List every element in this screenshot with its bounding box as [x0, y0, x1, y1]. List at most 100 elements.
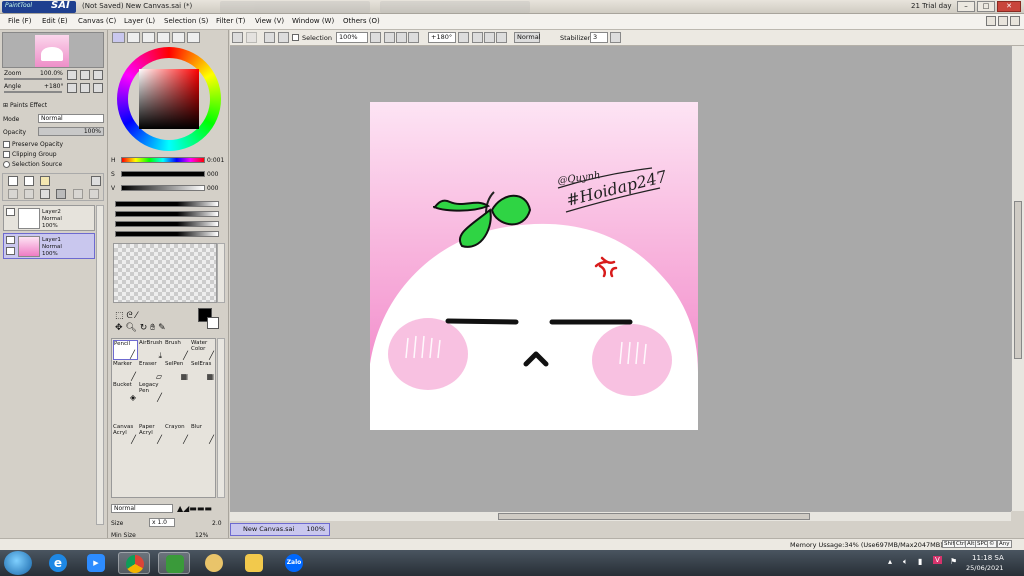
pen-lock-icon[interactable] — [6, 247, 15, 255]
rotate-reset-icon[interactable] — [496, 32, 507, 43]
new-layer-icon[interactable] — [8, 176, 18, 186]
taskbar-chrome[interactable] — [118, 552, 150, 574]
color-wheel-tab-icon[interactable] — [112, 32, 125, 43]
zoom-reset-icon[interactable] — [408, 32, 419, 43]
navigator-preview[interactable] — [2, 32, 104, 68]
maximize-button[interactable]: □ — [977, 1, 995, 12]
swatches-tab-icon[interactable] — [157, 32, 170, 43]
selection-source-radio[interactable] — [3, 161, 10, 168]
secondary-color-swatch[interactable] — [207, 317, 219, 329]
taskbar-internet-explorer[interactable]: e — [42, 552, 74, 574]
mdi-restore-button[interactable] — [998, 16, 1008, 26]
mixer-slider-4[interactable] — [115, 231, 219, 237]
tool-seleras[interactable]: SelEras ▦ — [191, 361, 216, 381]
new-folder-icon[interactable] — [40, 176, 50, 186]
copy-layer-icon[interactable] — [73, 189, 83, 199]
scratchpad-tab-icon[interactable] — [187, 32, 200, 43]
rotate-icon[interactable]: ↻ — [140, 323, 148, 333]
tray-expand-icon[interactable]: ▴ — [888, 557, 892, 566]
close-button[interactable]: ✕ — [997, 1, 1021, 12]
zoom-field[interactable]: 100% — [336, 32, 368, 43]
tool-selpen[interactable]: SelPen ▦ — [165, 361, 190, 381]
stabilizer-dropdown-icon[interactable] — [610, 32, 621, 43]
volume-icon[interactable]: 🔈︎ — [903, 557, 908, 567]
taskbar-painttool-sai[interactable] — [158, 552, 190, 574]
zoom-in-button[interactable] — [80, 70, 90, 80]
magic-wand-icon[interactable]: ⁄ — [136, 311, 138, 321]
menu-selection[interactable]: Selection (S) — [164, 17, 208, 25]
merge-down-icon[interactable] — [24, 189, 34, 199]
horizontal-scroll-thumb[interactable] — [498, 513, 810, 520]
menu-others[interactable]: Others (O) — [343, 17, 380, 25]
clock-date[interactable]: 25/06/2021 — [966, 564, 1003, 572]
menu-canvas[interactable]: Canvas (C) — [78, 17, 116, 25]
zoom-dropdown-icon[interactable] — [370, 32, 381, 43]
blend-mode-select[interactable]: Normal — [111, 504, 173, 513]
app-tray-icon[interactable]: V — [933, 556, 942, 564]
mixer-slider-1[interactable] — [115, 201, 219, 207]
palette-scrollbar[interactable] — [217, 243, 225, 303]
saturation-slider[interactable] — [121, 171, 205, 177]
tool-bucket[interactable]: Bucket ◈ — [113, 382, 138, 402]
hsv-slider-tab-icon[interactable] — [142, 32, 155, 43]
hand-icon[interactable]: ✋︎ — [150, 323, 155, 333]
mixer-slider-3[interactable] — [115, 221, 219, 227]
tool-pencil[interactable]: Pencil ╱ — [113, 340, 138, 360]
selection-checkbox[interactable] — [292, 34, 299, 41]
tool-canvas-acryl[interactable]: Canvas Acryl ╱ — [113, 424, 138, 444]
eyedropper-icon[interactable]: ✎ — [158, 323, 166, 333]
tool-watercolor[interactable]: Water Color ╱ — [191, 340, 216, 360]
tool-blur[interactable]: Blur ╱ — [191, 424, 216, 444]
move-icon[interactable]: ✥ — [115, 323, 123, 333]
angle-field[interactable]: +180° — [428, 32, 456, 43]
value-slider[interactable] — [121, 185, 205, 191]
angle-slider[interactable] — [4, 91, 62, 93]
taskbar-zalo[interactable]: Zalo — [278, 552, 310, 574]
tool-eraser[interactable]: Eraser ▱ — [139, 361, 164, 381]
paints-effect-header[interactable]: ⊞ Paints Effect — [3, 102, 47, 109]
undo-icon[interactable] — [232, 32, 243, 43]
saturation-value-square[interactable] — [139, 69, 199, 129]
delete-layer-icon[interactable] — [56, 189, 66, 199]
layer-item-layer1[interactable]: Layer1 Normal 100% — [3, 233, 95, 259]
rotate-ccw-icon[interactable] — [472, 32, 483, 43]
mode-select[interactable]: Normal — [38, 114, 104, 123]
menu-filter[interactable]: Filter (T) — [216, 17, 245, 25]
taskbar-zoom[interactable]: ▶ — [80, 552, 112, 574]
mdi-close-button[interactable] — [1010, 16, 1020, 26]
taskbar-explorer[interactable] — [238, 552, 270, 574]
flip-mode-field[interactable]: Normal — [514, 32, 541, 43]
angle-dropdown-icon[interactable] — [458, 32, 469, 43]
rotate-right-button[interactable] — [80, 83, 90, 93]
layer-menu-icon[interactable] — [91, 176, 101, 186]
size-multiplier[interactable]: x 1.0 — [149, 518, 175, 527]
mdi-minimize-button[interactable] — [986, 16, 996, 26]
document-tab-new-canvas[interactable]: New Canvas.sai 100% — [230, 523, 330, 536]
swatch-palette[interactable] — [113, 243, 217, 303]
opacity-slider[interactable]: 100% — [38, 127, 104, 136]
clock-time[interactable]: 11:18 SA — [972, 554, 1004, 562]
rotate-left-button[interactable] — [67, 83, 77, 93]
layer-list-scrollbar[interactable] — [96, 205, 104, 525]
rotate-cw-icon[interactable] — [484, 32, 495, 43]
minimize-button[interactable]: – — [957, 1, 975, 12]
rect-select-icon[interactable]: ⬚ — [115, 311, 124, 321]
visibility-eye-icon[interactable] — [6, 208, 15, 216]
zoom-out-button[interactable] — [67, 70, 77, 80]
lasso-icon[interactable]: ᘓ — [126, 311, 132, 321]
tool-crayon[interactable]: Crayon ╱ — [165, 424, 190, 444]
visibility-eye-icon[interactable] — [6, 236, 15, 244]
tool-marker[interactable]: Marker ╱ — [113, 361, 138, 381]
menu-view[interactable]: View (V) — [255, 17, 284, 25]
vertical-scroll-thumb[interactable] — [1014, 201, 1022, 359]
rotate-reset-button[interactable] — [93, 83, 103, 93]
flag-icon[interactable]: ⚑ — [950, 557, 957, 566]
taskbar-paint[interactable] — [198, 552, 230, 574]
zoom-icon[interactable]: 🔍︎ — [125, 323, 136, 333]
zoom-in-icon[interactable] — [396, 32, 407, 43]
hue-slider[interactable] — [121, 157, 205, 163]
transfer-down-icon[interactable] — [8, 189, 18, 199]
preserve-opacity-checkbox[interactable] — [3, 141, 10, 148]
stabilizer-field[interactable]: 3 — [590, 32, 608, 43]
deselect-icon[interactable] — [264, 32, 275, 43]
